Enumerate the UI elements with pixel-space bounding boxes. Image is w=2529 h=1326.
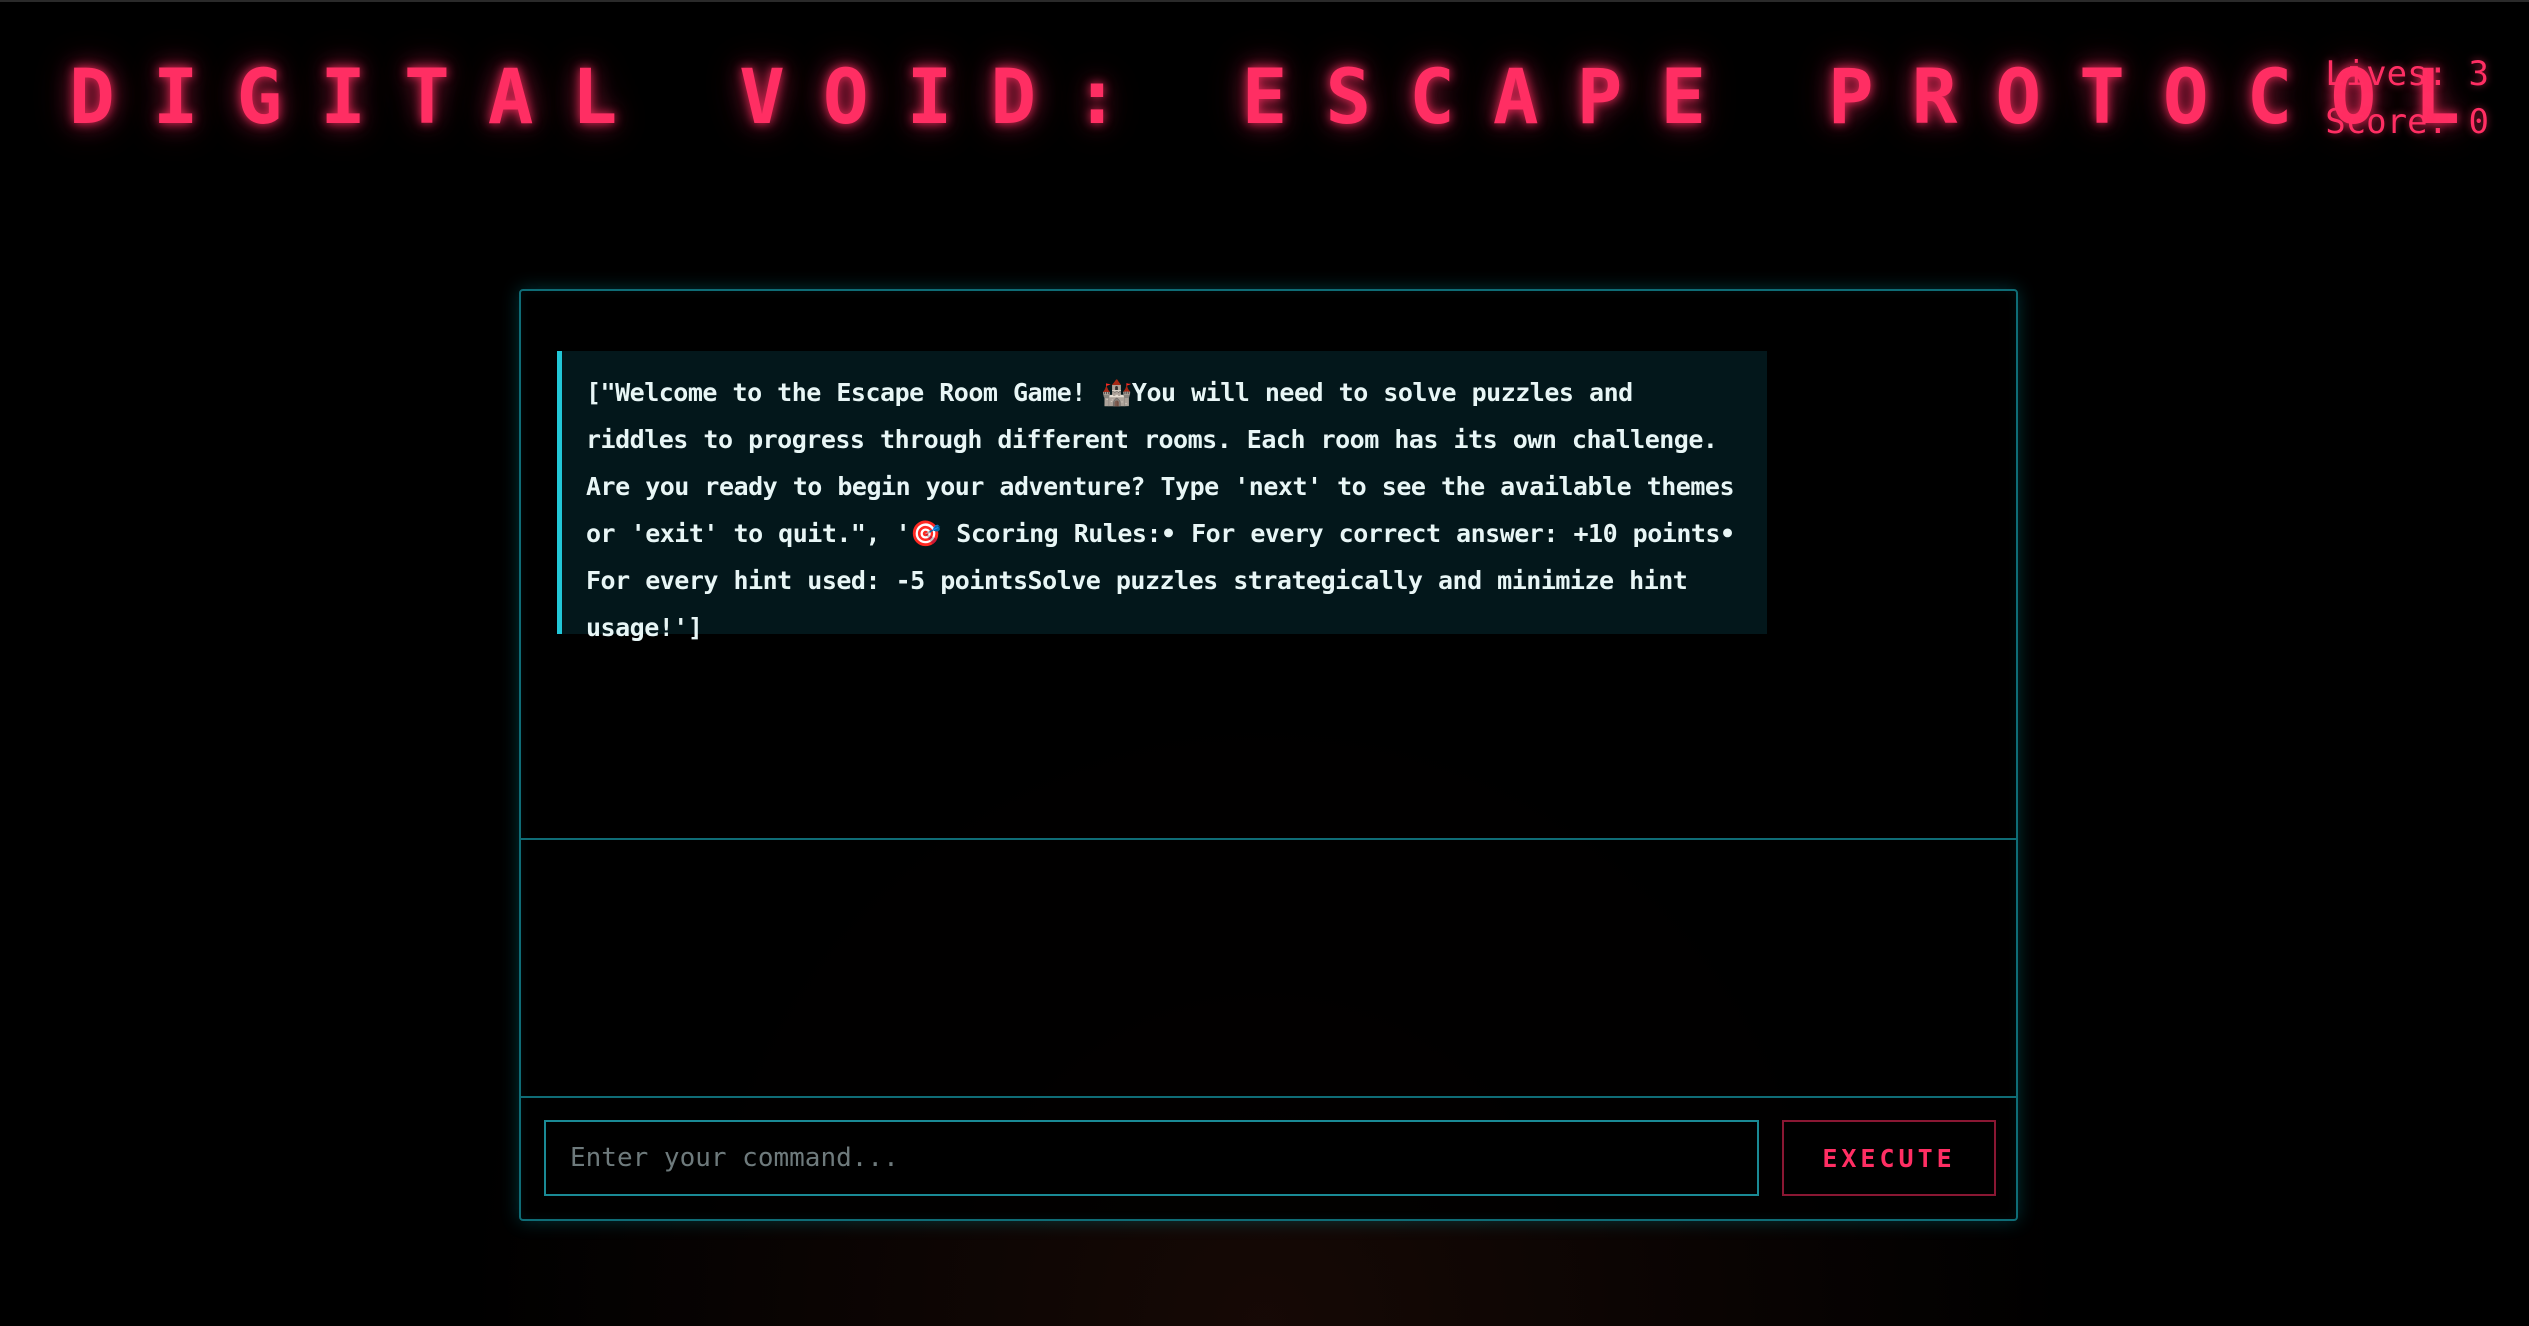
- game-terminal: ["Welcome to the Escape Room Game! 🏰You …: [519, 289, 2018, 1221]
- execute-button[interactable]: EXECUTE: [1782, 1120, 1996, 1196]
- stats-panel: Lives: 3 Score: 0: [2325, 50, 2489, 146]
- output-log[interactable]: ["Welcome to the Escape Room Game! 🏰You …: [521, 291, 2016, 840]
- secondary-panel: [521, 840, 2016, 1098]
- game-title: DIGITAL VOID: ESCAPE PROTOCOL: [69, 52, 2498, 141]
- command-bar: EXECUTE: [521, 1098, 2016, 1219]
- top-border-line: [0, 0, 2529, 2]
- command-input[interactable]: [544, 1120, 1759, 1196]
- lives-counter: Lives: 3: [2325, 54, 2489, 94]
- system-message: ["Welcome to the Escape Room Game! 🏰You …: [557, 351, 1767, 642]
- score-counter: Score: 0: [2325, 102, 2489, 142]
